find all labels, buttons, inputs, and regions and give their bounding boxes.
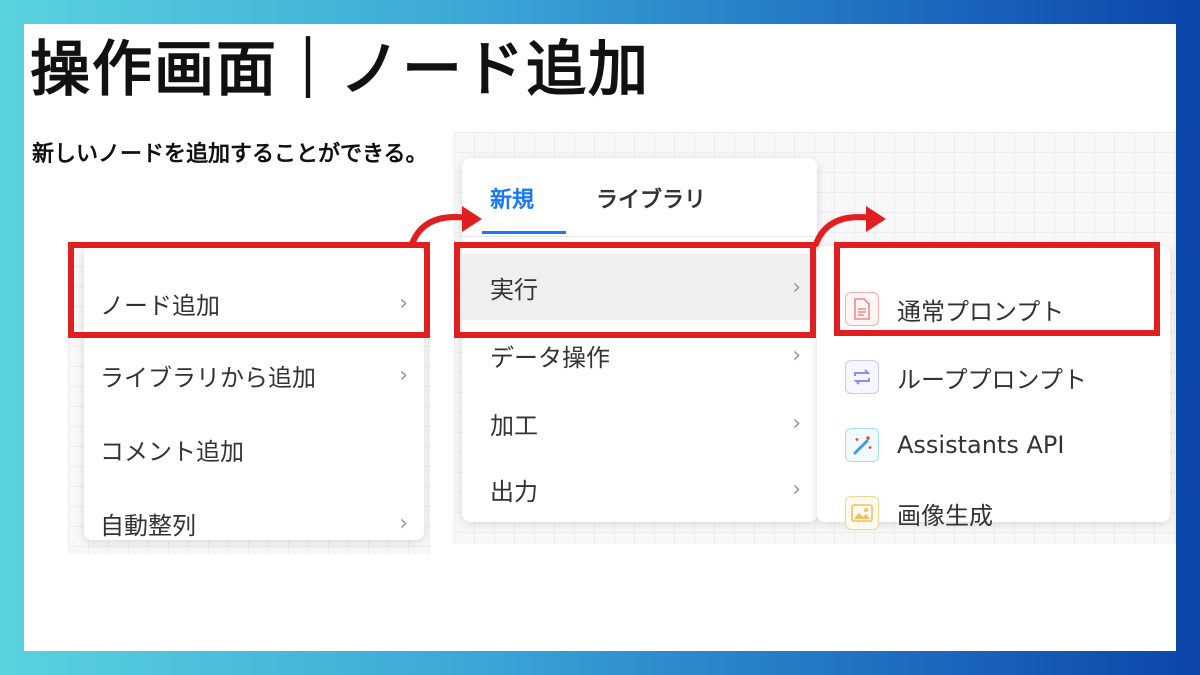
menu-item-add-comment[interactable]: コメント追加 (84, 416, 424, 482)
chevron-right-icon: › (792, 476, 801, 502)
menu-item-auto-arrange[interactable]: 自動整列 › (84, 490, 424, 556)
menu-item-assistants-api[interactable]: Assistants API (817, 412, 1170, 478)
menu-item-label: 加工 (490, 411, 538, 440)
menu-item-label: ライブラリから追加 (100, 363, 316, 392)
arrow-icon (813, 206, 886, 247)
chevron-right-icon: › (399, 510, 408, 536)
menu-item-label: 出力 (490, 477, 538, 506)
menu-item-label: データ操作 (490, 343, 610, 372)
menu-item-label: 画像生成 (897, 501, 993, 530)
tab-library[interactable]: ライブラリ (596, 182, 706, 214)
menu-item-process[interactable]: 加工 › (462, 390, 817, 456)
chevron-right-icon: › (792, 342, 801, 368)
slide-subtitle: 新しいノードを追加することができる。 (32, 142, 428, 167)
chevron-right-icon: › (792, 410, 801, 436)
slide-card: 操作画面｜ノード追加 新しいノードを追加することができる。 ノード追加 › ライ… (24, 24, 1176, 651)
menu-item-label: Assistants API (897, 431, 1065, 459)
highlight-normal-prompt (834, 242, 1160, 336)
chevron-right-icon: › (399, 362, 408, 388)
menu-item-output[interactable]: 出力 › (462, 456, 817, 522)
tab-new[interactable]: 新規 (490, 182, 534, 214)
image-icon (845, 496, 879, 530)
magic-wand-icon (845, 428, 879, 462)
active-tab-indicator (482, 231, 566, 234)
menu-item-label: ループプロンプト (897, 365, 1087, 394)
highlight-execute (454, 242, 816, 338)
loop-icon (845, 360, 879, 394)
menu-item-loop-prompt[interactable]: ループプロンプト (817, 344, 1170, 410)
menu-item-image-generation[interactable]: 画像生成 (817, 480, 1170, 546)
add-node-submenu: 新規 ライブラリ 実行 › データ操作 › 加工 › 出力 › (462, 158, 817, 522)
menu-item-label: 自動整列 (100, 511, 196, 540)
menu-item-add-from-library[interactable]: ライブラリから追加 › (84, 342, 424, 408)
submenu-tabs: 新規 ライブラリ (462, 158, 817, 237)
slide-title: 操作画面｜ノード追加 (30, 35, 650, 105)
arrow-icon (409, 206, 482, 247)
highlight-add-node (68, 242, 430, 338)
menu-item-label: コメント追加 (100, 437, 244, 466)
